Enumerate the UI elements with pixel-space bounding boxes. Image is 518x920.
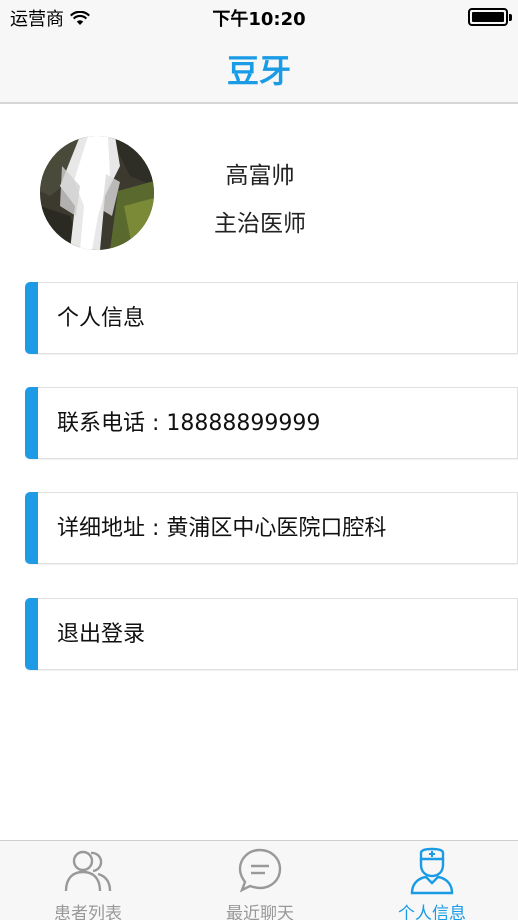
tab-patient-list[interactable]: 患者列表 [2,841,174,920]
card-label: 详细地址 : 黄浦区中心医院口腔科 [57,516,387,541]
tab-label: 患者列表 [54,904,122,920]
logout-button[interactable]: 退出登录 [25,598,518,670]
avatar[interactable] [40,136,154,250]
card-label: 个人信息 [57,306,146,331]
waterfall-photo-icon [40,136,154,250]
tab-label: 个人信息 [398,904,466,920]
profile-header: 高富帅 主治医师 [0,104,518,274]
status-time: 下午10:20 [212,9,306,30]
battery-icon [468,8,512,26]
tab-personal-info[interactable]: 个人信息 [346,841,518,920]
card-phone[interactable]: 联系电话 : 18888899999 [25,387,518,459]
card-label: 联系电话 : 18888899999 [57,411,321,436]
tab-recent-chats[interactable]: 最近聊天 [174,841,346,920]
card-label: 退出登录 [57,622,146,647]
users-icon [64,850,112,892]
card-accent-bar [25,282,38,354]
card-accent-bar [25,387,38,459]
card-accent-bar [25,492,38,564]
tab-bar: 患者列表 最近聊天 个人信息 [0,840,518,920]
status-bar: 运营商 下午10:20 [0,0,518,34]
tab-label: 最近聊天 [226,904,294,920]
nav-bar: 豆牙 [0,34,518,104]
chat-bubble-icon [238,848,282,893]
page-title: 豆牙 [226,52,291,90]
doctor-role: 主治医师 [214,211,306,237]
card-address[interactable]: 详细地址 : 黄浦区中心医院口腔科 [25,492,518,564]
doctor-icon [410,847,454,895]
card-personal-info[interactable]: 个人信息 [25,282,518,354]
card-accent-bar [25,598,38,670]
doctor-name: 高富帅 [225,163,295,189]
